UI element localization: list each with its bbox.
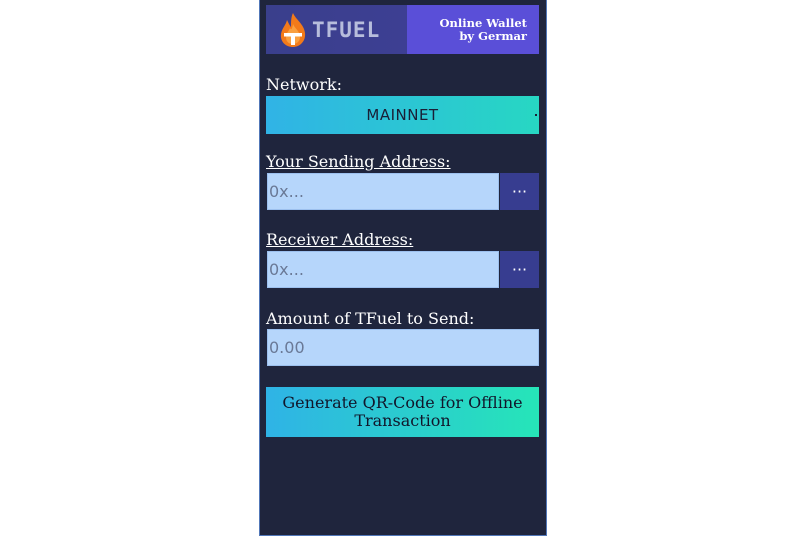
receiver-address-input[interactable]: 0x... [267, 251, 499, 288]
receiver-address-placeholder: 0x... [269, 260, 304, 279]
tfuel-flame-icon [280, 12, 306, 47]
network-selector[interactable]: MAINNET [266, 96, 539, 134]
receiver-address-more-button[interactable]: ··· [500, 251, 539, 288]
tagline-line-2: by Germar [459, 28, 527, 43]
amount-placeholder: 0.00 [269, 338, 305, 357]
sending-address-input[interactable]: 0x... [267, 173, 499, 210]
network-value: MAINNET [366, 106, 439, 124]
receiver-address-label: Receiver Address: [266, 230, 414, 249]
network-indicator [535, 114, 537, 116]
amount-label: Amount of TFuel to Send: [266, 309, 475, 328]
app-header: TFUEL Online Wallet by Germar [266, 5, 539, 54]
header-tagline: Online Wallet by Germar [407, 5, 539, 54]
generate-qr-button[interactable]: Generate QR-Code for Offline Transaction [266, 387, 539, 437]
sending-address-placeholder: 0x... [269, 182, 304, 201]
wallet-panel: TFUEL Online Wallet by Germar Network: M… [259, 0, 547, 536]
generate-qr-label: Generate QR-Code for Offline Transaction [282, 393, 523, 430]
brand-logo: TFUEL [266, 5, 407, 54]
network-label: Network: [266, 75, 342, 94]
brand-name: TFUEL [312, 17, 381, 42]
tagline-line-1: Online Wallet [439, 15, 527, 30]
amount-input[interactable]: 0.00 [267, 329, 539, 366]
ellipsis-icon: ··· [511, 260, 528, 279]
sending-address-more-button[interactable]: ··· [500, 173, 539, 210]
ellipsis-icon: ··· [511, 182, 528, 201]
sending-address-label: Your Sending Address: [266, 152, 451, 171]
